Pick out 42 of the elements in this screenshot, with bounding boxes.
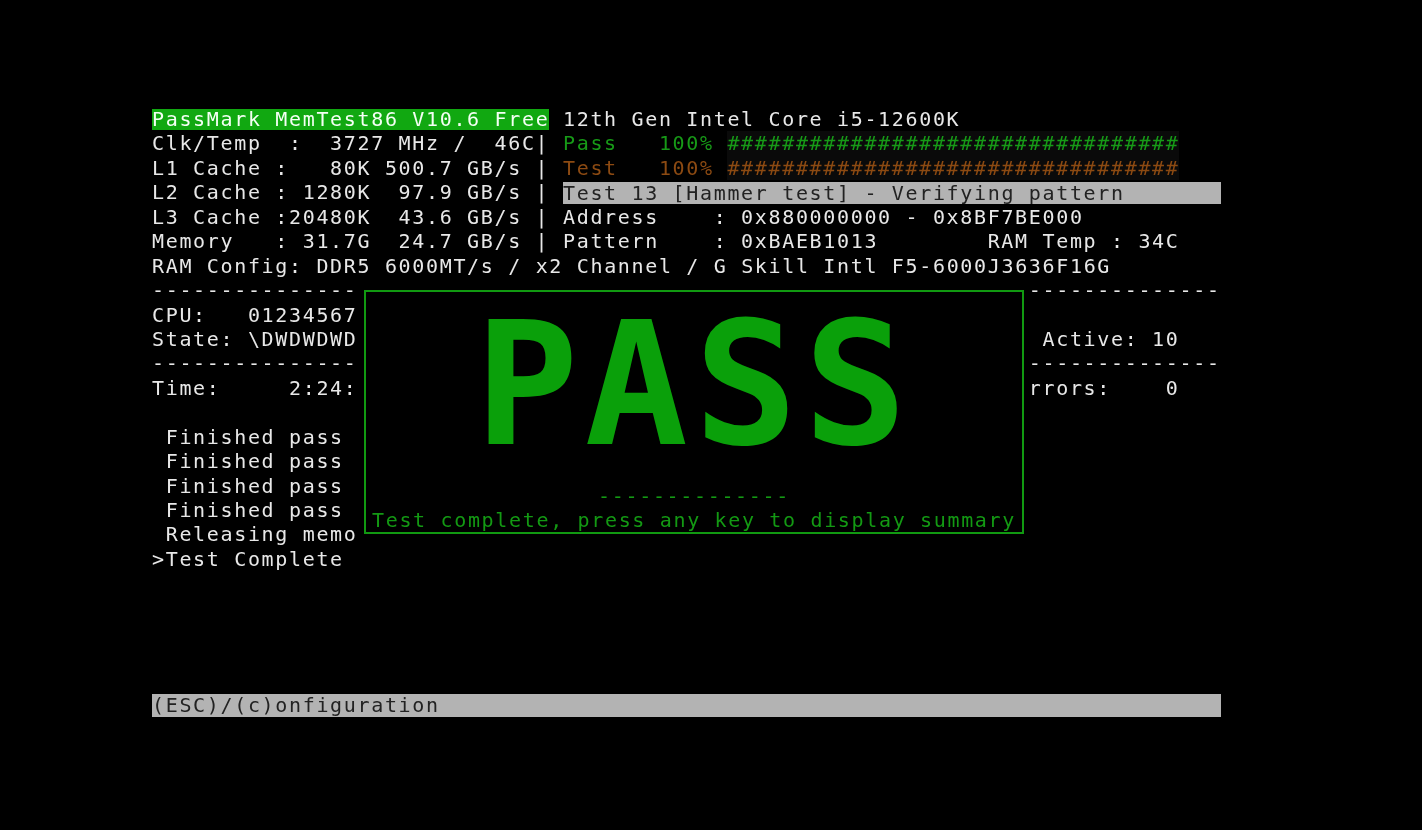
active-count: Active: 10 — [1042, 326, 1180, 352]
system-info: L2 Cache : 1280K 97.9 GB/s — [152, 180, 523, 205]
system-info: L1 Cache : 80K 500.7 GB/s — [152, 155, 523, 181]
column-separator: | — [535, 229, 550, 254]
column-separator: | — [535, 204, 550, 230]
log-line: Finished pass — [165, 424, 344, 450]
ram-config: RAM Config: DDR5 6000MT/s / x2 Channel / G Skill Intl F5-6000J3636F16G — [152, 253, 1112, 279]
key-hint-bar: (ESC)/(c)onfiguration — [152, 694, 1221, 718]
test-field: Address : 0x880000000 - 0x8BF7BE000 — [563, 204, 1084, 230]
progress-percent: 100% — [658, 131, 715, 156]
log-line: Finished pass — [165, 473, 344, 498]
error-count: rrors: 0 — [1028, 375, 1180, 401]
dash-rule: -------------- — [1028, 278, 1221, 303]
test-field: Pattern : 0xBAEB1013 — [563, 229, 988, 254]
progress-label: Test — [563, 155, 619, 181]
app-title: PassMark MemTest86 V10.6 Free — [152, 108, 550, 130]
column-separator: | — [535, 180, 550, 205]
system-info: L3 Cache :20480K 43.6 GB/s — [152, 204, 523, 230]
cpu-list: CPU: 01234567 — [152, 302, 358, 327]
dash-rule: -------------- — [598, 484, 790, 509]
log-line: Finished pass — [165, 498, 344, 523]
progress-percent: 100% — [658, 155, 715, 181]
ram-temp: RAM Temp : 34C — [987, 229, 1180, 254]
current-test-banner: Test 13 [Hammer test] - Verifying pattern — [563, 181, 1221, 204]
dash-rule: --------------- — [152, 351, 358, 376]
dash-rule: --------------- — [152, 278, 358, 303]
completion-message: Test complete, press any key to display summary — [372, 508, 1016, 533]
log-line: >Test Complete — [152, 546, 344, 572]
log-line: Releasing memo — [165, 522, 358, 547]
cpu-state: State: \DWDWDWD — [152, 326, 358, 351]
system-info: Memory : 31.7G 24.7 GB/s — [152, 229, 523, 254]
log-line: Finished pass — [165, 449, 344, 474]
dash-rule: -------------- — [1028, 351, 1221, 376]
column-separator: | — [535, 131, 550, 156]
elapsed-time: Time: 2:24: — [152, 375, 358, 400]
progress-label: Pass — [563, 131, 619, 156]
column-separator: | — [535, 155, 550, 181]
pass-title: PASS — [474, 310, 914, 460]
system-info: Clk/Temp : 3727 MHz / 46C — [152, 131, 536, 156]
cpu-model: 12th Gen Intel Core i5-12600K — [563, 107, 961, 132]
progress-hash-text: ################################# — [727, 155, 1180, 181]
progress-hash-text: ################################# — [727, 131, 1180, 156]
